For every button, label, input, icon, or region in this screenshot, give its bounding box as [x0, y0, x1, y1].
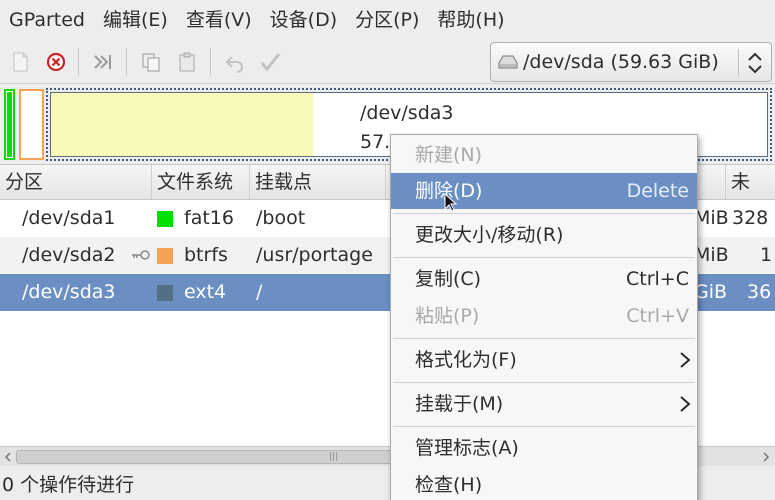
- cell-mountpoint: /usr/portage: [256, 244, 373, 266]
- pending-operations-label: 0 个操作待进行: [2, 474, 135, 496]
- apply-icon: [260, 53, 281, 72]
- cell-filesystem: fat16: [184, 207, 234, 229]
- column-partition[interactable]: 分区: [0, 165, 152, 199]
- grip-icon: |||: [329, 452, 339, 462]
- key-icon: [132, 250, 150, 260]
- column-mountpoint[interactable]: 挂载点: [250, 165, 386, 199]
- menu-item-label: 更改大小/移动(R): [415, 224, 564, 246]
- menu-separator: [393, 257, 695, 258]
- menu-item-manage-flags[interactable]: 管理标志(A): [391, 430, 697, 466]
- menu-item-shortcut: Delete: [626, 180, 689, 202]
- new-icon: [13, 52, 28, 72]
- menu-item-format-as[interactable]: 格式化为(F): [391, 342, 697, 378]
- harddisk-icon: [498, 55, 518, 69]
- menu-item-shortcut: Ctrl+C: [626, 268, 689, 290]
- cell-unused: 36: [747, 281, 772, 303]
- graphic-partition-name: /dev/sda3: [360, 102, 454, 124]
- toolbar-separator: [126, 48, 127, 76]
- menu-help[interactable]: 帮助(H): [428, 0, 513, 40]
- menu-separator: [393, 213, 695, 214]
- device-selector[interactable]: /dev/sda (59.63 GiB): [490, 42, 772, 82]
- menu-item-label: 粘贴(P): [415, 305, 480, 327]
- delete-icon: [46, 52, 66, 72]
- cell-partition: /dev/sda3: [22, 281, 116, 303]
- menu-partition[interactable]: 分区(P): [346, 0, 428, 40]
- menu-item-paste[interactable]: 粘贴(P) Ctrl+V: [391, 298, 697, 334]
- undo-button[interactable]: [222, 49, 248, 75]
- menu-item-mount-on[interactable]: 挂载于(M): [391, 386, 697, 422]
- cell-unused: 328: [732, 207, 769, 229]
- menu-edit[interactable]: 编辑(E): [94, 0, 177, 40]
- new-partition-button[interactable]: [7, 49, 33, 75]
- chevron-right-icon: [680, 396, 691, 412]
- menu-view[interactable]: 查看(V): [177, 0, 261, 40]
- combo-separator: [738, 49, 739, 77]
- copy-button[interactable]: [138, 49, 164, 75]
- cell-size: GiB: [694, 281, 728, 303]
- menu-item-new[interactable]: 新建(N): [391, 137, 697, 173]
- cell-mountpoint: /: [256, 281, 263, 303]
- menu-separator: [393, 338, 695, 339]
- menu-device[interactable]: 设备(D): [261, 0, 346, 40]
- menu-item-shortcut: Ctrl+V: [626, 305, 689, 327]
- toolbar-separator: [78, 48, 79, 76]
- menu-item-delete[interactable]: 删除(D) Delete: [391, 173, 697, 209]
- filesystem-color-swatch: [157, 248, 173, 264]
- context-menu: 新建(N) 删除(D) Delete 更改大小/移动(R) 复制(C) Ctrl…: [390, 134, 698, 500]
- column-unused[interactable]: 未: [726, 165, 775, 199]
- apply-button[interactable]: [257, 49, 283, 75]
- menu-separator: [393, 382, 695, 383]
- cell-mountpoint: /boot: [256, 207, 306, 229]
- scroll-left-icon[interactable]: [2, 450, 14, 464]
- paste-button[interactable]: [174, 49, 200, 75]
- column-filesystem[interactable]: 文件系统: [152, 165, 250, 199]
- menu-item-label: 挂载于(M): [415, 393, 504, 415]
- menu-item-resize-move[interactable]: 更改大小/移动(R): [391, 217, 697, 253]
- cell-filesystem: ext4: [184, 281, 227, 303]
- toolbar-separator: [210, 48, 211, 76]
- delete-partition-button[interactable]: [43, 49, 69, 75]
- menu-item-label: 检查(H): [415, 474, 483, 496]
- scroll-right-icon[interactable]: [760, 450, 772, 464]
- graphic-partition-sda2[interactable]: [19, 89, 44, 160]
- menu-item-check[interactable]: 检查(H): [391, 467, 697, 500]
- device-label: /dev/sda (59.63 GiB): [523, 51, 719, 73]
- cell-size: MiB: [694, 207, 729, 229]
- filesystem-color-swatch: [157, 285, 173, 301]
- resize-move-icon: [94, 55, 111, 69]
- copy-icon: [142, 53, 160, 72]
- menu-item-label: 新建(N): [415, 144, 483, 166]
- resize-move-button[interactable]: [90, 49, 116, 75]
- mouse-cursor-icon: [444, 193, 458, 212]
- used-space-bar: [51, 93, 313, 156]
- menu-gparted[interactable]: GParted: [0, 0, 94, 40]
- undo-icon: [225, 56, 243, 73]
- graphic-partition-sda1[interactable]: [4, 89, 15, 160]
- menu-item-copy[interactable]: 复制(C) Ctrl+C: [391, 261, 697, 297]
- cell-partition: /dev/sda2: [22, 244, 116, 266]
- chevron-right-icon: [680, 352, 691, 368]
- chevron-updown-icon: [748, 52, 762, 74]
- cell-unused: 1: [760, 244, 773, 266]
- cell-partition: /dev/sda1: [22, 207, 116, 229]
- menu-item-label: 格式化为(F): [415, 349, 517, 371]
- cell-filesystem: btrfs: [184, 244, 228, 266]
- menu-item-label: 复制(C): [415, 268, 482, 290]
- filesystem-color-swatch: [157, 211, 173, 227]
- menu-item-label: 管理标志(A): [415, 437, 519, 459]
- cell-size: MiB: [694, 244, 729, 266]
- menu-bar: GParted 编辑(E) 查看(V) 设备(D) 分区(P) 帮助(H): [0, 0, 775, 40]
- menu-separator: [393, 426, 695, 427]
- paste-icon: [179, 52, 195, 72]
